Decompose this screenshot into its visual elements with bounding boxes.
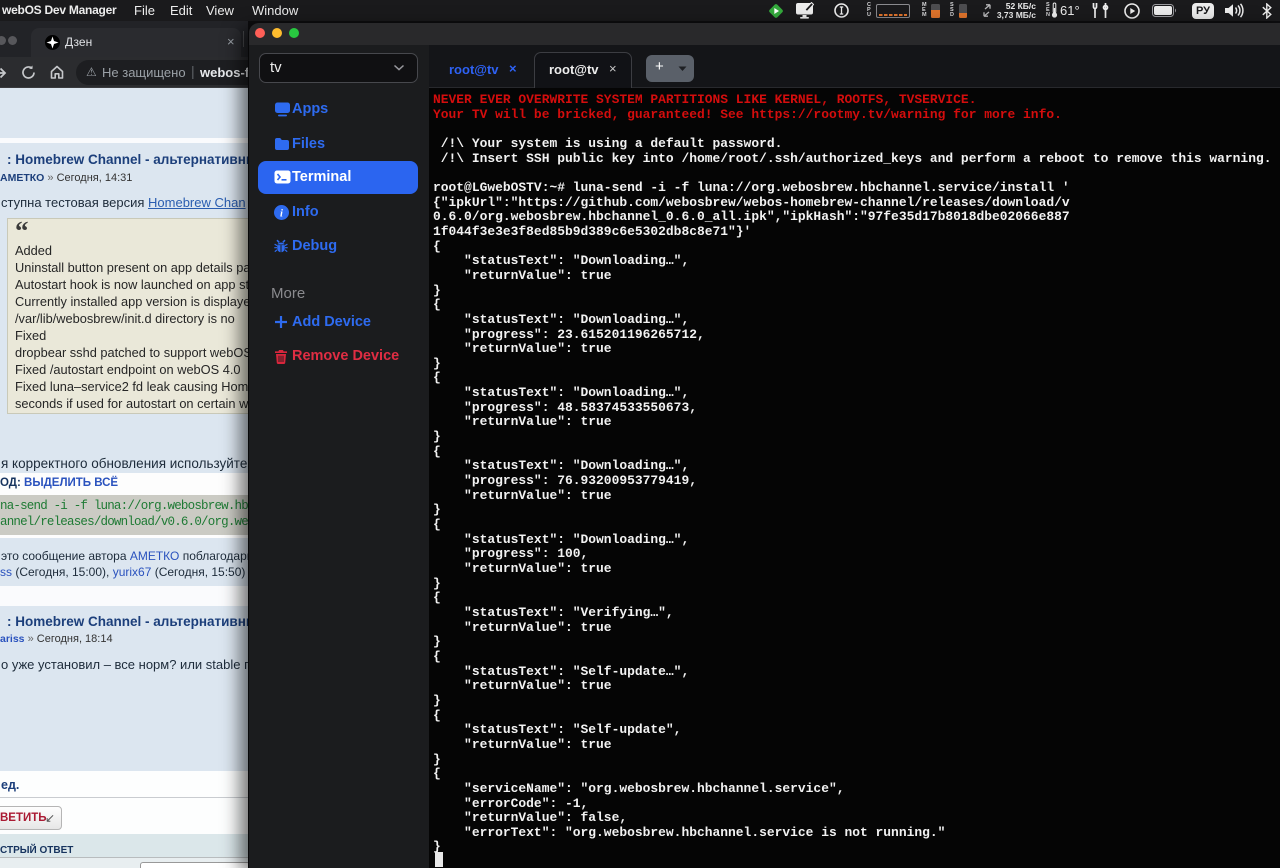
svg-text:i: i	[280, 208, 283, 219]
